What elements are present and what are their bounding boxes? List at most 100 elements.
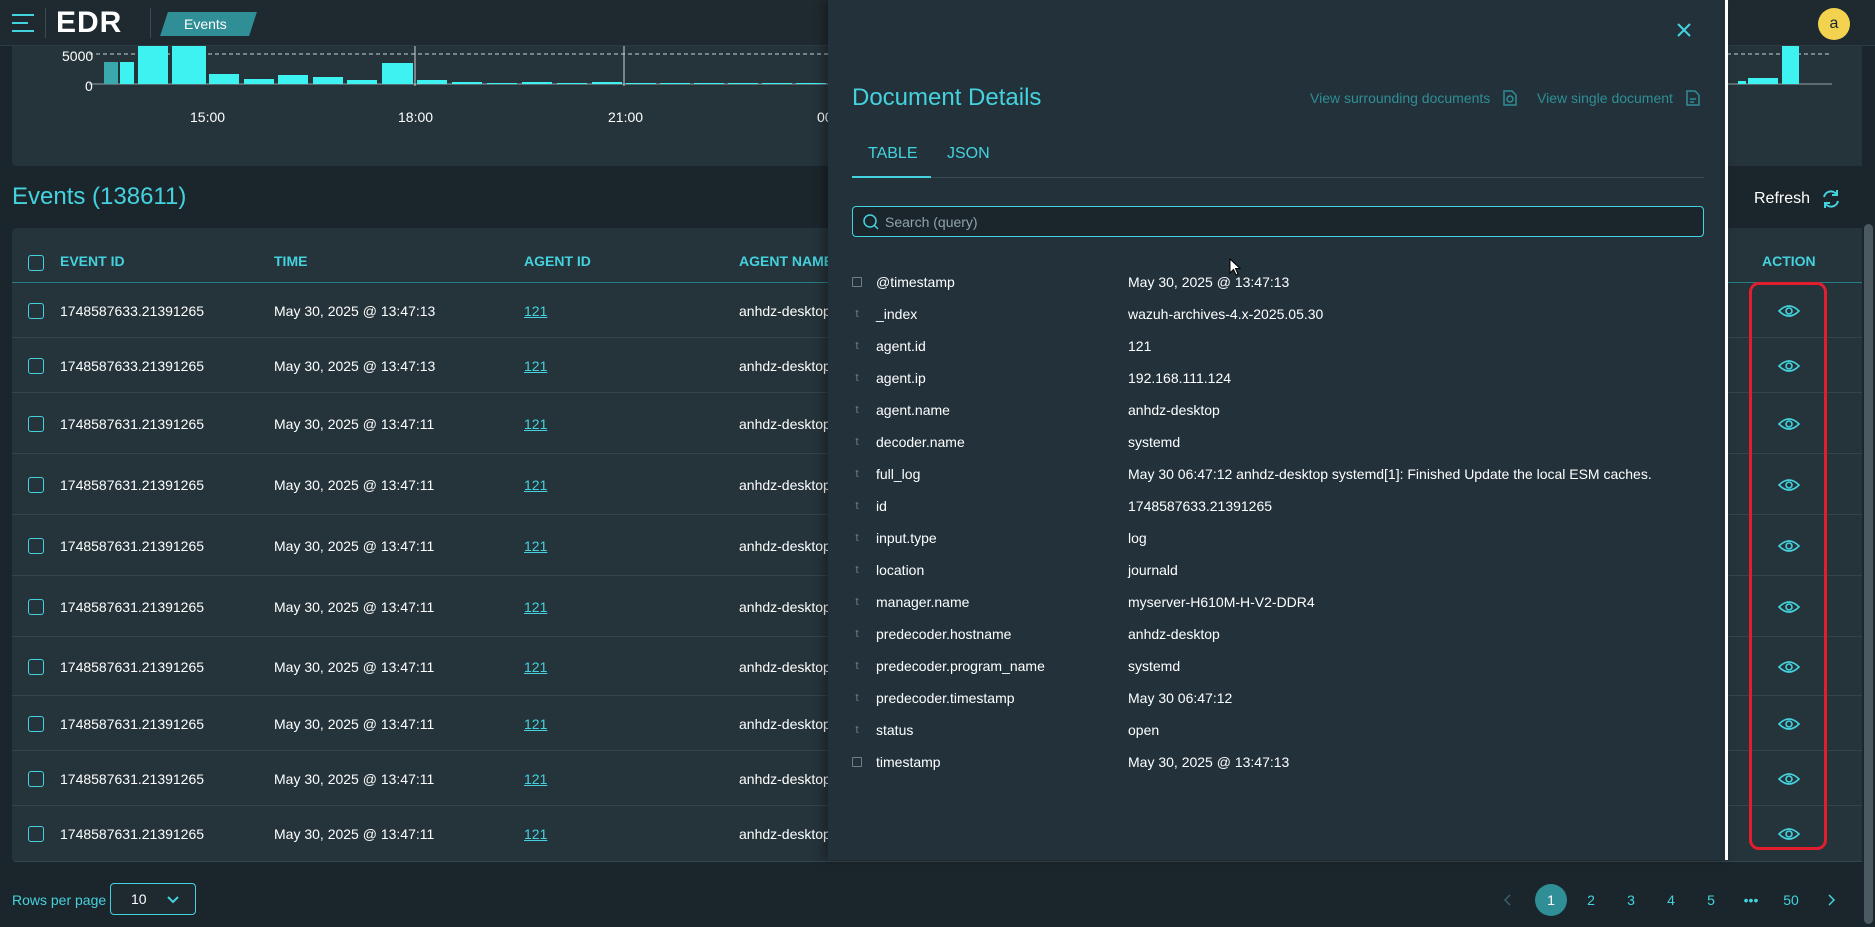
page-1[interactable]: 1 [1535, 884, 1567, 916]
page-2[interactable]: 2 [1575, 884, 1607, 916]
row-checkbox[interactable] [28, 358, 44, 374]
field-name: agent.id [876, 338, 926, 354]
document-field-row[interactable]: t predecoder.hostname anhdz-desktop [852, 620, 1702, 652]
document-field-row[interactable]: t status open [852, 716, 1702, 748]
document-field-row[interactable]: t decoder.name systemd [852, 428, 1702, 460]
time-cell: May 30, 2025 @ 13:47:11 [274, 771, 435, 787]
page-4[interactable]: 4 [1655, 884, 1687, 916]
rows-per-page-label: Rows per page [12, 892, 107, 908]
search-input[interactable] [885, 207, 1685, 236]
document-field-row[interactable]: t full_log May 30 06:47:12 anhdz-desktop s… [852, 460, 1702, 492]
refresh-label: Refresh [1754, 190, 1811, 207]
document-field-row[interactable]: t predecoder.program_name systemd [852, 652, 1702, 684]
agent-name-cell: anhdz-desktop [739, 659, 831, 675]
page-3[interactable]: 3 [1615, 884, 1647, 916]
time-cell: May 30, 2025 @ 13:47:11 [274, 477, 435, 493]
agent-id-link[interactable]: 121 [524, 416, 547, 432]
row-checkbox[interactable] [28, 538, 44, 554]
field-name: timestamp [876, 754, 941, 770]
agent-id-link[interactable]: 121 [524, 599, 547, 615]
breadcrumb-label: Events [184, 16, 227, 32]
column-header-agent-id[interactable]: AGENT ID [524, 253, 591, 269]
field-value: systemd [1128, 434, 1181, 450]
field-name: _index [876, 306, 918, 322]
text-type-icon: t [855, 372, 859, 384]
row-checkbox[interactable] [28, 477, 44, 493]
breadcrumb[interactable]: Events [160, 12, 257, 36]
agent-id-link[interactable]: 121 [524, 538, 547, 554]
field-name: predecoder.program_name [876, 658, 1045, 674]
row-checkbox[interactable] [28, 303, 44, 319]
view-surrounding-label: View surrounding documents [1310, 90, 1491, 106]
document-field-row[interactable]: timestamp May 30, 2025 @ 13:47:13 [852, 748, 1702, 780]
document-field-row[interactable]: t input.type log [852, 524, 1702, 556]
time-cell: May 30, 2025 @ 13:47:13 [274, 358, 436, 374]
divider [150, 8, 151, 38]
agent-name-cell: anhdz-desktop [739, 538, 831, 554]
document-field-row[interactable]: t _index wazuh-archives-4.x-2025.05.30 [852, 300, 1702, 332]
divider [45, 8, 46, 38]
time-cell: May 30, 2025 @ 13:47:11 [274, 716, 435, 732]
column-header-time[interactable]: TIME [274, 253, 307, 269]
agent-name-cell: anhdz-desktop [739, 771, 831, 787]
row-checkbox[interactable] [28, 659, 44, 675]
document-field-row[interactable]: t agent.id 121 [852, 332, 1702, 364]
agent-id-link[interactable]: 121 [524, 716, 547, 732]
event-id-cell: 1748587631.21391265 [60, 477, 205, 493]
document-field-row[interactable]: @timestamp May 30, 2025 @ 13:47:13 [852, 268, 1702, 300]
avatar[interactable]: a [1818, 8, 1850, 40]
flyout-title: Document Details [852, 84, 1042, 111]
column-header-agent-name[interactable]: AGENT NAME [739, 253, 833, 269]
document-field-row[interactable]: t id 1748587633.21391265 [852, 492, 1702, 524]
tab-table[interactable]: TABLE [868, 145, 918, 163]
document-field-row[interactable]: t predecoder.timestamp May 30 06:47:12 [852, 684, 1702, 716]
row-checkbox[interactable] [28, 771, 44, 787]
chevron-right-icon[interactable] [1823, 892, 1839, 908]
page-5[interactable]: 5 [1695, 884, 1727, 916]
field-value: 121 [1128, 338, 1152, 354]
field-value: open [1128, 722, 1160, 738]
rows-per-page-select[interactable]: 10 [110, 883, 196, 915]
page-50[interactable]: 50 [1775, 884, 1807, 916]
view-surrounding-documents-link[interactable]: View surrounding documents [1310, 88, 1520, 108]
view-single-document-link[interactable]: View single document [1537, 88, 1703, 108]
date-type-icon [852, 757, 862, 767]
field-value: May 30, 2025 @ 13:47:13 [1128, 754, 1290, 770]
time-cell: May 30, 2025 @ 13:47:11 [274, 538, 435, 554]
close-icon[interactable] [1672, 18, 1696, 42]
chevron-left-icon[interactable] [1500, 892, 1516, 908]
text-type-icon: t [855, 468, 859, 480]
agent-id-link[interactable]: 121 [524, 358, 547, 374]
field-name: predecoder.timestamp [876, 690, 1015, 706]
agent-id-link[interactable]: 121 [524, 303, 547, 319]
agent-name-cell: anhdz-desktop [739, 599, 831, 615]
row-checkbox[interactable] [28, 716, 44, 732]
event-id-cell: 1748587633.21391265 [60, 303, 205, 319]
text-type-icon: t [855, 628, 859, 640]
refresh-button[interactable]: Refresh [1754, 188, 1842, 210]
page-ellipsis[interactable]: ••• [1735, 884, 1767, 916]
agent-id-link[interactable]: 121 [524, 771, 547, 787]
document-field-row[interactable]: t location journald [852, 556, 1702, 588]
page-scrollbar-thumb[interactable] [1864, 224, 1873, 924]
menu-icon[interactable] [10, 10, 38, 36]
agent-id-link[interactable]: 121 [524, 477, 547, 493]
field-name: @timestamp [876, 274, 955, 290]
field-value: May 30 06:47:12 [1128, 690, 1233, 706]
text-type-icon: t [855, 564, 859, 576]
agent-id-link[interactable]: 121 [524, 826, 547, 842]
row-checkbox[interactable] [28, 826, 44, 842]
document-field-row[interactable]: t agent.name anhdz-desktop [852, 396, 1702, 428]
field-name: full_log [876, 466, 921, 482]
agent-id-link[interactable]: 121 [524, 659, 547, 675]
select-all-checkbox[interactable] [28, 255, 44, 271]
tab-json[interactable]: JSON [947, 145, 990, 163]
document-field-row[interactable]: t agent.ip 192.168.111.124 [852, 364, 1702, 396]
active-tab-indicator [852, 176, 931, 178]
row-checkbox[interactable] [28, 416, 44, 432]
document-field-row[interactable]: t manager.name myserver-H610M-H-V2-DDR4 [852, 588, 1702, 620]
row-checkbox[interactable] [28, 599, 44, 615]
app-logo[interactable]: EDR [56, 6, 122, 40]
agent-name-cell: anhdz-desktop [739, 477, 831, 493]
column-header-event-id[interactable]: EVENT ID [60, 253, 125, 269]
